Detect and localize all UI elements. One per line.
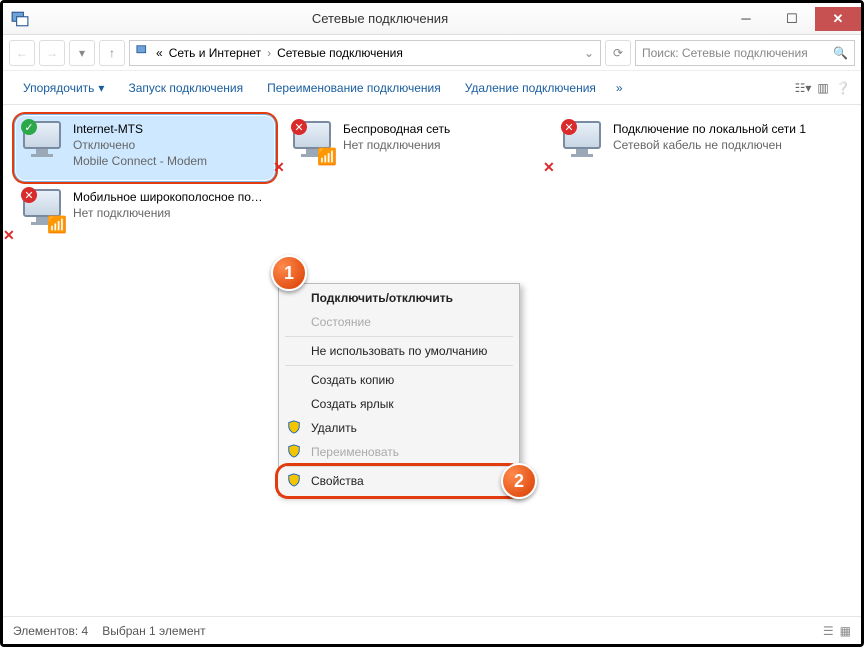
maximize-button[interactable] bbox=[769, 7, 815, 31]
statusbar-selection: Выбран 1 элемент bbox=[102, 624, 205, 638]
delete-connection-button[interactable]: Удаление подключения bbox=[453, 75, 608, 101]
titlebar: Сетевые подключения bbox=[3, 3, 861, 35]
toolbar-more-button[interactable]: » bbox=[608, 75, 631, 101]
minimize-button[interactable] bbox=[723, 7, 769, 31]
connection-icon: ✓ bbox=[23, 121, 65, 163]
menu-state: Состояние bbox=[281, 310, 517, 334]
organize-button[interactable]: Упорядочить▾ bbox=[11, 75, 116, 101]
shield-icon bbox=[287, 473, 301, 487]
app-icon bbox=[11, 10, 29, 28]
callout-2: 2 bbox=[501, 463, 537, 499]
view-options-icon[interactable]: ☷▾ bbox=[793, 78, 813, 98]
start-connection-button[interactable]: Запуск подключения bbox=[116, 75, 255, 101]
statusbar-count: Элементов: 4 bbox=[13, 624, 88, 638]
details-view-icon[interactable]: ☰ bbox=[823, 624, 834, 638]
breadcrumb-prefix: « bbox=[156, 46, 163, 60]
rename-connection-button[interactable]: Переименование подключения bbox=[255, 75, 453, 101]
connection-name: Мобильное широкополосное подключение bbox=[73, 189, 267, 205]
status-badge-error-icon: ✕ bbox=[561, 119, 577, 135]
menu-create-shortcut[interactable]: Создать ярлык bbox=[281, 392, 517, 416]
callout-1: 1 bbox=[271, 255, 307, 291]
connection-icon: ✕ bbox=[563, 121, 605, 163]
status-badge-error-icon: ✕ bbox=[21, 187, 37, 203]
preview-pane-icon[interactable]: ▥ bbox=[813, 78, 833, 98]
navbar: ← → ▾ ↑ « Сеть и Интернет › Сетевые подк… bbox=[3, 35, 861, 71]
breadcrumb-part1[interactable]: Сеть и Интернет bbox=[169, 46, 261, 60]
menu-connect-toggle[interactable]: Подключить/отключить bbox=[281, 286, 517, 310]
signal-icon: 📶 bbox=[47, 215, 67, 235]
help-icon[interactable]: ❔ bbox=[833, 78, 853, 98]
connection-icon: ✕ 📶 bbox=[23, 189, 65, 231]
connection-detail: Mobile Connect - Modem bbox=[73, 153, 267, 169]
connection-status: Сетевой кабель не подключен bbox=[613, 137, 807, 153]
content-area: ✓ Internet-MTS Отключено Mobile Connect … bbox=[3, 105, 861, 616]
chevron-down-icon[interactable]: ⌄ bbox=[584, 46, 594, 60]
menu-delete[interactable]: Удалить bbox=[281, 416, 517, 440]
window: Сетевые подключения ← → ▾ ↑ « Сеть и Инт… bbox=[3, 3, 861, 644]
connections-grid: ✓ Internet-MTS Отключено Mobile Connect … bbox=[15, 115, 849, 249]
disconnected-x-icon: ✕ bbox=[3, 227, 15, 244]
window-buttons bbox=[723, 7, 861, 31]
menu-create-copy[interactable]: Создать копию bbox=[281, 368, 517, 392]
connection-icon: ✕ 📶 bbox=[293, 121, 335, 163]
breadcrumb-part2[interactable]: Сетевые подключения bbox=[277, 46, 403, 60]
signal-icon: 📶 bbox=[317, 147, 337, 167]
status-badge-error-icon: ✕ bbox=[291, 119, 307, 135]
connection-status: Отключено bbox=[73, 137, 267, 153]
history-dropdown[interactable]: ▾ bbox=[69, 40, 95, 66]
connection-name: Подключение по локальной сети 1 bbox=[613, 121, 807, 137]
connection-item-mobile-broadband[interactable]: ✕ 📶 Мобильное широкополосное подключение… bbox=[15, 183, 275, 249]
connection-status: Нет подключения bbox=[343, 137, 537, 153]
statusbar: Элементов: 4 Выбран 1 элемент ☰ ▦ bbox=[3, 616, 861, 644]
status-badge-ok-icon: ✓ bbox=[21, 119, 37, 135]
search-placeholder: Поиск: Сетевые подключения bbox=[642, 46, 808, 60]
menu-not-default[interactable]: Не использовать по умолчанию bbox=[281, 339, 517, 363]
connection-item-wireless[interactable]: ✕ 📶 Беспроводная сеть Нет подключения ✕ bbox=[285, 115, 545, 181]
icons-view-icon[interactable]: ▦ bbox=[840, 624, 851, 638]
disconnected-x-icon: ✕ bbox=[273, 159, 285, 176]
back-button[interactable]: ← bbox=[9, 40, 35, 66]
search-icon: 🔍 bbox=[833, 46, 848, 60]
search-box[interactable]: Поиск: Сетевые подключения 🔍 bbox=[635, 40, 855, 66]
close-button[interactable] bbox=[815, 7, 861, 31]
address-icon bbox=[136, 44, 150, 61]
up-button[interactable]: ↑ bbox=[99, 40, 125, 66]
menu-properties[interactable]: Свойства bbox=[281, 469, 517, 493]
chevron-right-icon: › bbox=[267, 46, 271, 60]
connection-item-lan[interactable]: ✕ Подключение по локальной сети 1 Сетево… bbox=[555, 115, 815, 181]
chevron-down-icon: ▾ bbox=[98, 81, 104, 95]
toolbar: Упорядочить▾ Запуск подключения Переимен… bbox=[3, 71, 861, 105]
menu-rename: Переименовать bbox=[281, 440, 517, 464]
window-title: Сетевые подключения bbox=[37, 11, 723, 26]
connection-name: Беспроводная сеть bbox=[343, 121, 537, 137]
connection-item-internet-mts[interactable]: ✓ Internet-MTS Отключено Mobile Connect … bbox=[15, 115, 275, 181]
disconnected-x-icon: ✕ bbox=[543, 159, 555, 176]
address-bar[interactable]: « Сеть и Интернет › Сетевые подключения … bbox=[129, 40, 601, 66]
shield-icon bbox=[287, 444, 301, 458]
connection-name: Internet-MTS bbox=[73, 121, 267, 137]
context-menu: Подключить/отключить Состояние Не исполь… bbox=[278, 283, 520, 496]
forward-button[interactable]: → bbox=[39, 40, 65, 66]
connection-status: Нет подключения bbox=[73, 205, 267, 221]
refresh-button[interactable]: ⟳ bbox=[605, 40, 631, 66]
shield-icon bbox=[287, 420, 301, 434]
